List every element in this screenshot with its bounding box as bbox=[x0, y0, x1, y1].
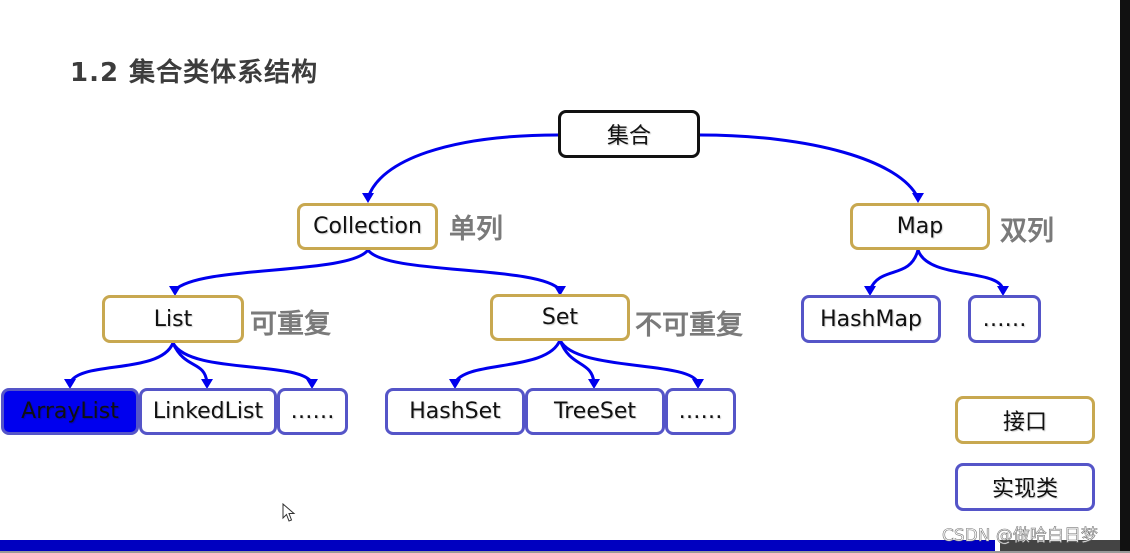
node-linkedlist[interactable]: LinkedList bbox=[139, 388, 277, 435]
arrowhead bbox=[912, 193, 924, 203]
watermark: CSDN @做哈白日梦 bbox=[942, 526, 1098, 547]
edge-map-more bbox=[916, 249, 1005, 291]
node-map[interactable]: Map bbox=[850, 203, 990, 250]
node-hashmap[interactable]: HashMap bbox=[801, 295, 941, 343]
legend-interface: 接口 bbox=[955, 396, 1095, 444]
node-set-more[interactable]: …… bbox=[665, 388, 736, 435]
edge-collection-list bbox=[173, 248, 370, 292]
node-collection[interactable]: Collection bbox=[297, 203, 438, 250]
node-hashset[interactable]: HashSet bbox=[385, 388, 525, 435]
note-repeatable: 可重复 bbox=[250, 309, 331, 340]
note-single-column: 单列 bbox=[449, 214, 503, 245]
edge-collection-set bbox=[366, 248, 562, 292]
note-double-column: 双列 bbox=[1000, 216, 1054, 247]
edge-list-arraylist bbox=[68, 342, 175, 384]
edge-set-more bbox=[558, 339, 700, 384]
window-right-border bbox=[1120, 0, 1130, 553]
edge-root-collection bbox=[366, 133, 559, 199]
node-list[interactable]: List bbox=[102, 295, 244, 343]
mouse-cursor-icon bbox=[282, 503, 296, 522]
node-collections-root[interactable]: 集合 bbox=[558, 110, 700, 158]
edge-root-map bbox=[699, 133, 920, 199]
edge-map-hashmap bbox=[868, 249, 920, 291]
node-map-more[interactable]: …… bbox=[968, 295, 1041, 343]
node-list-more[interactable]: …… bbox=[277, 388, 348, 435]
node-treeset[interactable]: TreeSet bbox=[525, 388, 665, 435]
edge-set-hashset bbox=[453, 339, 562, 384]
arrowhead bbox=[362, 193, 374, 203]
note-not-repeatable: 不可重复 bbox=[635, 310, 743, 341]
node-arraylist[interactable]: ArrayList bbox=[1, 388, 139, 435]
node-set[interactable]: Set bbox=[490, 294, 630, 341]
legend-implementation: 实现类 bbox=[955, 463, 1095, 511]
